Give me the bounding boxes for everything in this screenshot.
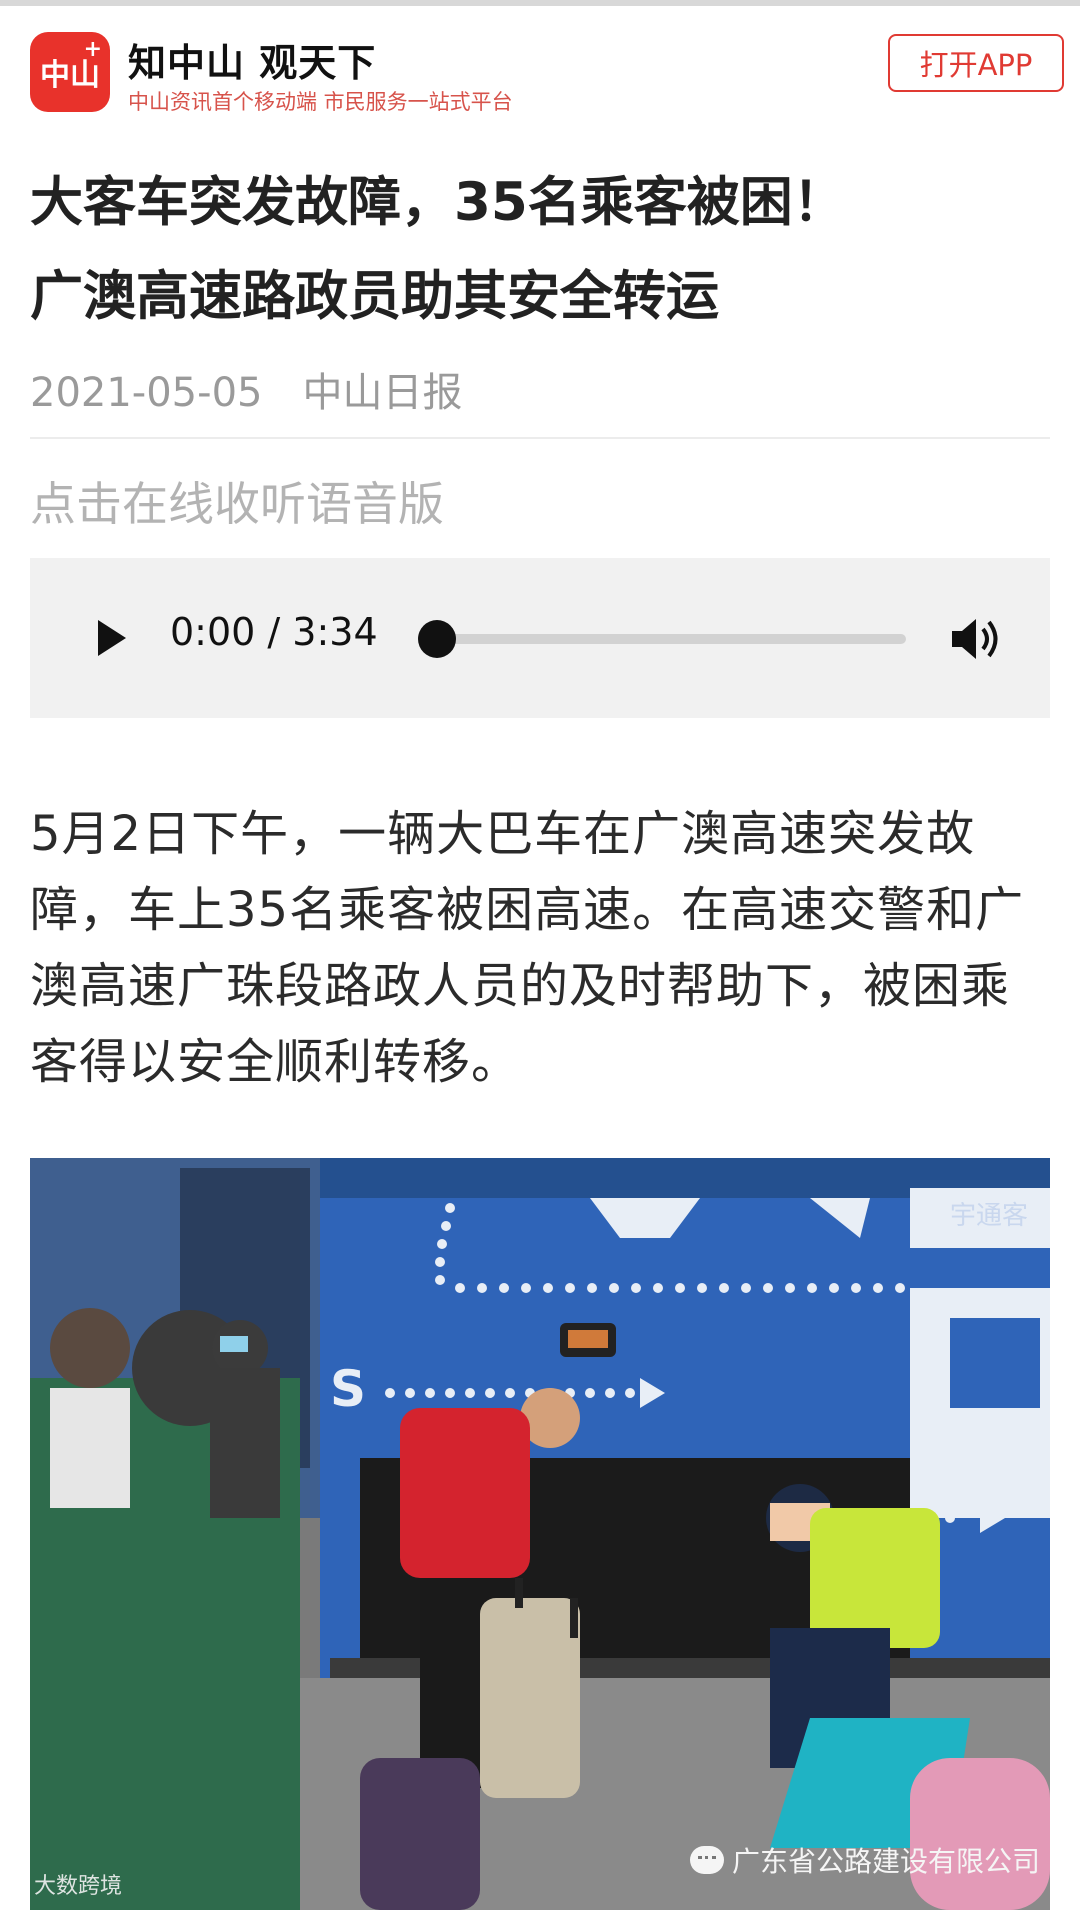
svg-text:S: S bbox=[330, 1360, 366, 1418]
article-title: 大客车突发故障，35名乘客被困！ 广澳高速路政员助其安全转运 bbox=[30, 156, 1050, 344]
audio-time: 0:00 / 3:34 bbox=[170, 610, 378, 654]
article-photo[interactable]: S 宇通客 大数跨境 广东省公路建设有限公司 bbox=[30, 1158, 1050, 1910]
app-banner: 中山 + 知中山 观天下 中山资讯首个移动端 市民服务一站式平台 打开APP bbox=[0, 0, 1080, 118]
volume-icon[interactable] bbox=[948, 614, 1002, 664]
audio-progress-knob[interactable] bbox=[418, 620, 456, 658]
watermark-left: 大数跨境 bbox=[34, 1874, 123, 1899]
audio-player: 0:00 / 3:34 bbox=[30, 558, 1050, 718]
open-app-button[interactable]: 打开APP bbox=[888, 34, 1064, 92]
article-source: 中山日报 bbox=[302, 370, 463, 416]
article-title-line1: 大客车突发故障，35名乘客被困！ bbox=[30, 172, 846, 233]
bus-scene-illustration: S 宇通客 bbox=[30, 1158, 1050, 1910]
article-title-line2: 广澳高速路政员助其安全转运 bbox=[30, 266, 719, 327]
bus-logo-text: 宇通客 bbox=[950, 1201, 1028, 1231]
brand-title: 知中山 观天下 bbox=[128, 40, 377, 85]
article-meta: 2021-05-05 中山日报 bbox=[30, 360, 462, 418]
wechat-icon bbox=[689, 1846, 724, 1874]
logo-plus: + bbox=[83, 36, 102, 62]
play-icon[interactable] bbox=[98, 620, 126, 656]
listen-audio-link[interactable]: 点击在线收听语音版 bbox=[30, 468, 444, 534]
brand-subtitle: 中山资讯首个移动端 市民服务一站式平台 bbox=[128, 90, 513, 114]
watermark-right-text: 广东省公路建设有限公司 bbox=[731, 1845, 1040, 1878]
app-logo[interactable]: 中山 + bbox=[30, 32, 110, 112]
article-date: 2021-05-05 bbox=[30, 370, 263, 416]
divider bbox=[30, 437, 1050, 439]
article-body: 5月2日下午，一辆大巴车在广澳高速突发故障，车上35名乘客被困高速。在高速交警和… bbox=[30, 806, 1025, 1090]
watermark-right: 广东省公路建设有限公司 bbox=[689, 1840, 1040, 1880]
audio-progress-track[interactable] bbox=[450, 634, 906, 644]
